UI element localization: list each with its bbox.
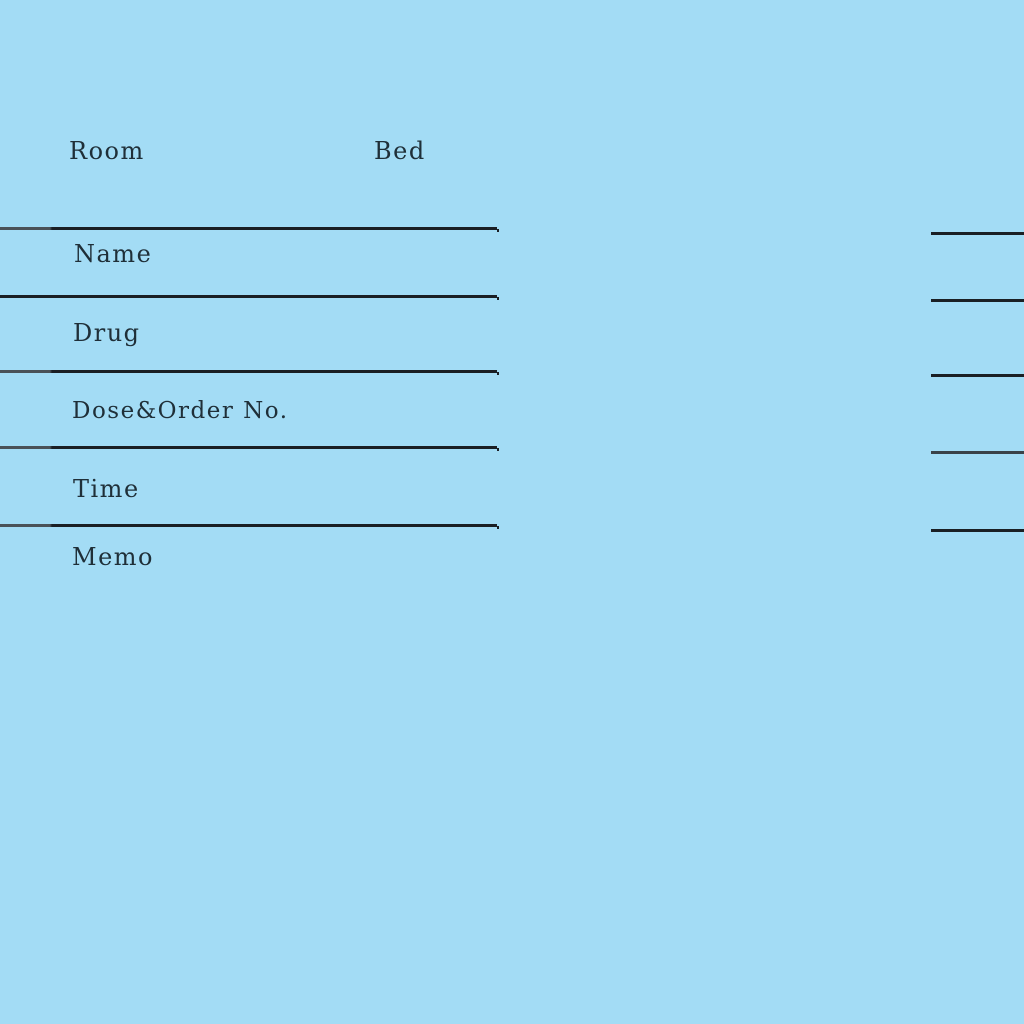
rule-tip bbox=[497, 229, 499, 232]
rule-tip bbox=[497, 297, 499, 300]
rule-line-1-right bbox=[931, 232, 1024, 235]
time-label: Time bbox=[73, 475, 140, 503]
rule-line-4 bbox=[0, 446, 499, 451]
rule-line-1 bbox=[0, 227, 499, 232]
rule-line-5-right bbox=[931, 529, 1024, 532]
rule-line-5 bbox=[0, 524, 499, 529]
drug-label: Drug bbox=[73, 319, 141, 347]
rule-line-3-right bbox=[931, 374, 1024, 377]
rule-line-2 bbox=[0, 295, 499, 300]
rule-line-4-right bbox=[931, 451, 1024, 454]
rule-tip bbox=[497, 448, 499, 451]
dose-order-label: Dose&Order No. bbox=[72, 398, 289, 424]
memo-label: Memo bbox=[72, 543, 154, 571]
rule-tip bbox=[497, 372, 499, 375]
rule-tip bbox=[497, 526, 499, 529]
rule-line-2-right bbox=[931, 299, 1024, 302]
bed-label: Bed bbox=[374, 137, 426, 165]
rule-line-3 bbox=[0, 370, 499, 375]
name-label: Name bbox=[74, 240, 153, 268]
room-label: Room bbox=[69, 137, 145, 165]
